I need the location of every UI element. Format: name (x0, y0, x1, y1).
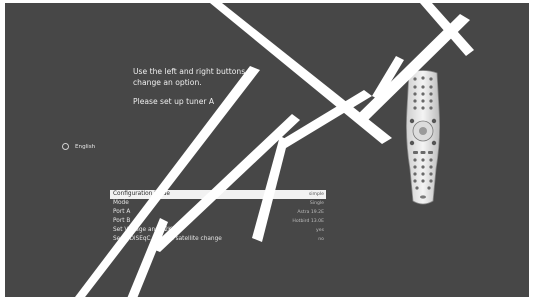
setting-value: Astra 19.2E (297, 210, 324, 215)
setting-row-port-a[interactable]: Port A Astra 19.2E (110, 208, 326, 217)
setting-value: no (318, 237, 324, 242)
tv-screen: Use the left and right buttons to change… (5, 3, 529, 297)
language-label: English (75, 143, 96, 150)
setting-row-port-b[interactable]: Port B Hotbird 13.0E (110, 217, 326, 226)
setting-row-configuration-mode[interactable]: Configuration Mode simple (110, 190, 326, 199)
setting-value: simple (308, 192, 324, 197)
instruction-line-1: Use the left and right buttons to (133, 67, 256, 76)
setting-value: Hotbird 13.0E (292, 219, 324, 224)
remote-control-icon (406, 70, 440, 205)
setting-value: Single (309, 201, 324, 206)
setting-label: Configuration Mode (113, 191, 170, 197)
language-option[interactable]: English (62, 143, 95, 150)
setting-row-mode[interactable]: Mode Single (110, 199, 326, 208)
setting-label: Set Voltage and 22KHz (113, 227, 180, 233)
setting-label: Port B (113, 218, 131, 224)
instruction-line-2: change an option. (133, 77, 202, 87)
tuner-prompt: Please set up tuner A (133, 97, 215, 106)
setting-value: yes (316, 228, 324, 233)
setting-label: Mode (113, 200, 129, 206)
setting-label: Send DiSEqC only on satellite change (113, 236, 222, 242)
setting-label: Port A (113, 209, 131, 215)
setting-row-voltage-22khz[interactable]: Set Voltage and 22KHz yes (110, 226, 326, 235)
radio-button-icon[interactable] (62, 143, 69, 150)
tuner-settings-list: Configuration Mode simple Mode Single Po… (110, 190, 326, 244)
instruction-text: Use the left and right buttons to change… (133, 67, 353, 108)
setting-row-diseqc[interactable]: Send DiSEqC only on satellite change no (110, 235, 326, 244)
